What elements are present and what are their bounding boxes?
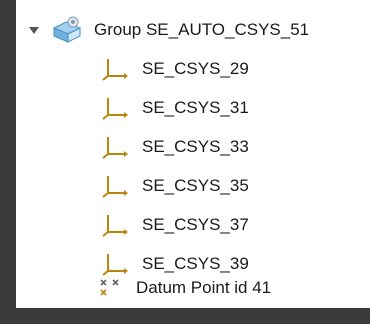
tree-node-csys[interactable]: SE_CSYS_29 <box>16 52 370 86</box>
window-frame: Group SE_AUTO_CSYS_51 SE_CSYS_29 SE_CSYS… <box>0 0 370 324</box>
collapse-triangle-icon[interactable] <box>28 24 40 36</box>
csys-icon <box>100 135 128 159</box>
csys-label: SE_CSYS_33 <box>142 137 249 156</box>
csys-icon <box>100 174 128 198</box>
tree-node-csys[interactable]: SE_CSYS_31 <box>16 91 370 125</box>
group-folder-icon <box>52 16 82 44</box>
tree-node-csys[interactable]: SE_CSYS_35 <box>16 169 370 203</box>
tree-node-csys[interactable]: SE_CSYS_37 <box>16 208 370 242</box>
tree-node-csys[interactable]: SE_CSYS_33 <box>16 130 370 164</box>
tree-node-group[interactable]: Group SE_AUTO_CSYS_51 <box>16 13 370 47</box>
csys-label: SE_CSYS_31 <box>142 98 249 117</box>
csys-label: SE_CSYS_37 <box>142 215 249 234</box>
model-tree-panel: Group SE_AUTO_CSYS_51 SE_CSYS_29 SE_CSYS… <box>16 0 370 308</box>
tree-node-datum-point[interactable]: Datum Point id 41 <box>16 271 370 305</box>
csys-label: SE_CSYS_29 <box>142 59 249 78</box>
datum-point-icon <box>98 276 126 300</box>
csys-icon <box>100 213 128 237</box>
csys-label: SE_CSYS_35 <box>142 176 249 195</box>
datum-point-label: Datum Point id 41 <box>136 278 272 297</box>
csys-icon <box>100 57 128 81</box>
group-label: Group SE_AUTO_CSYS_51 <box>94 20 310 39</box>
csys-icon <box>100 96 128 120</box>
